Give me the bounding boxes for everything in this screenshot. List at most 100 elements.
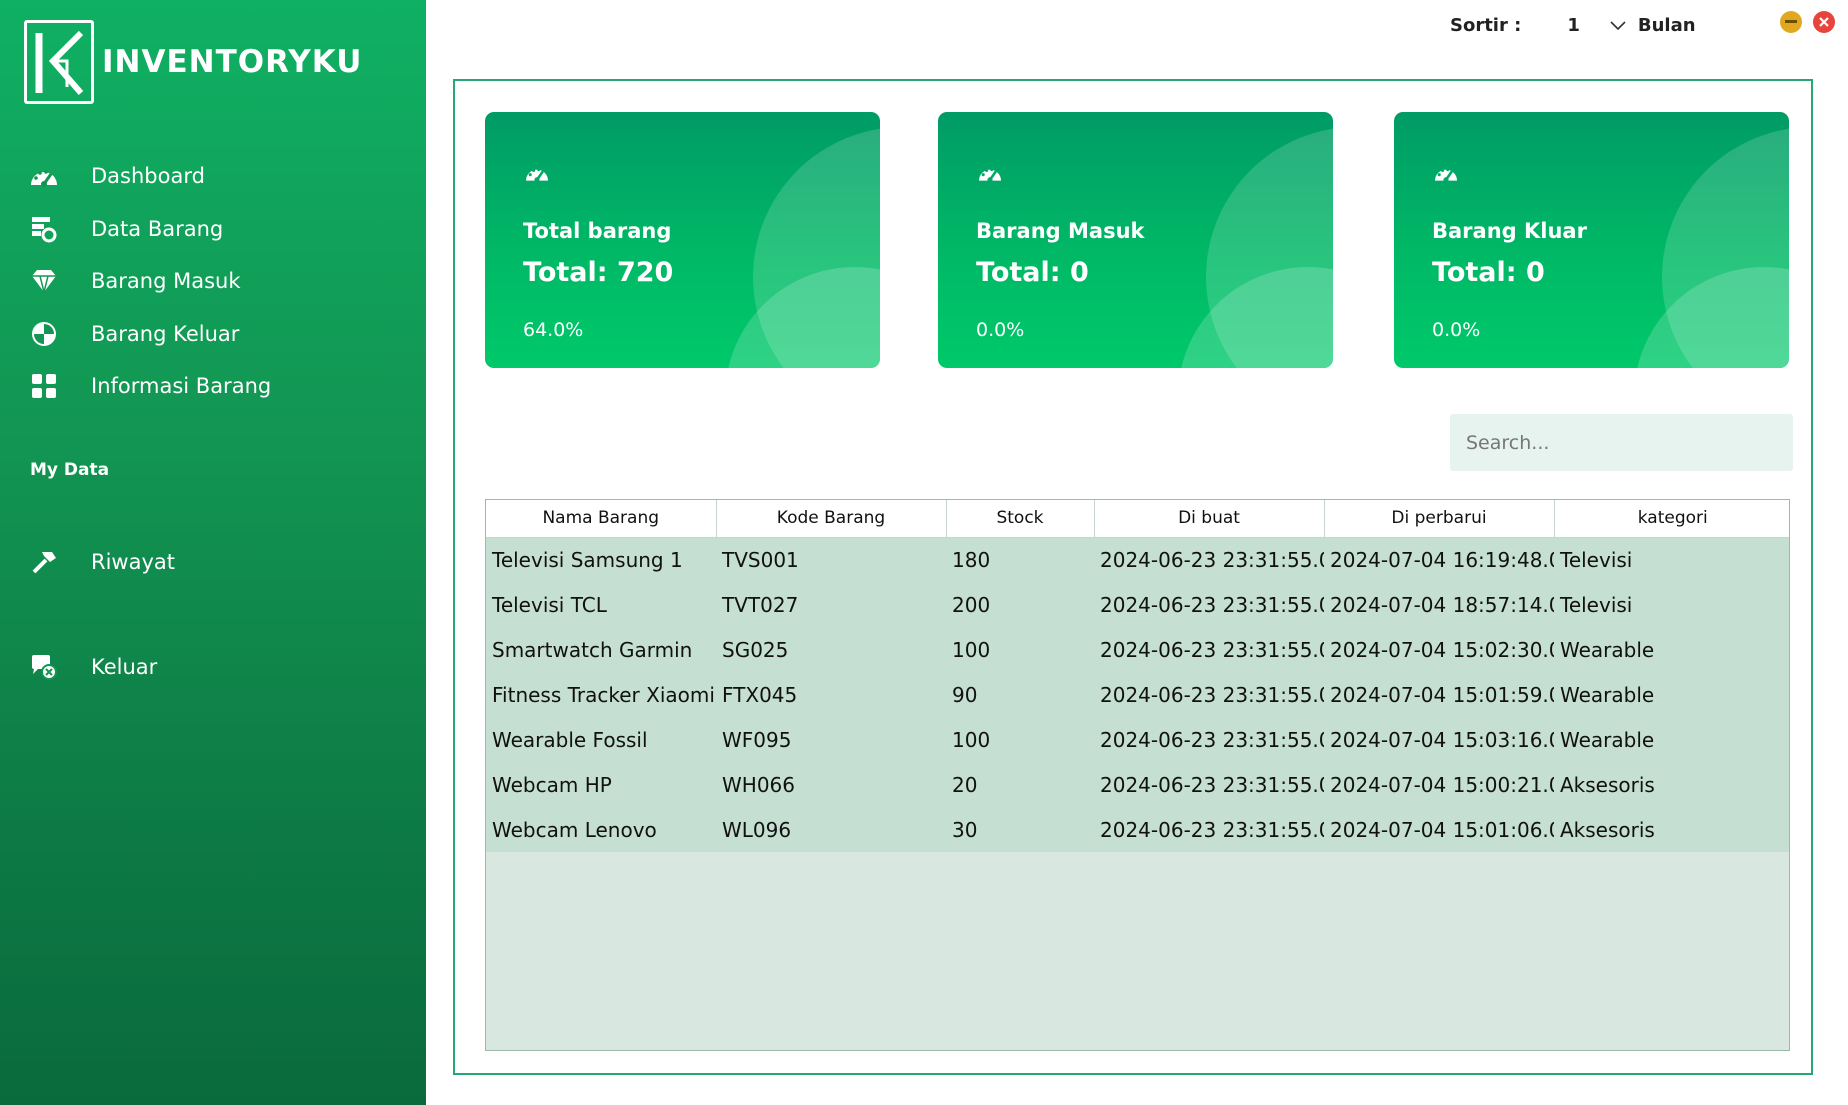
cell-di-buat: 2024-06-23 23:31:55.0 bbox=[1094, 762, 1324, 807]
sidebar-item-label: Informasi Barang bbox=[91, 374, 272, 399]
table-header-row: Nama Barang Kode Barang Stock Di buat Di… bbox=[486, 500, 1789, 538]
main-panel: Total barang Total: 720 64.0% Barang Mas… bbox=[453, 79, 1813, 1075]
cell-di-perbarui: 2024-07-04 15:00:21.0 bbox=[1324, 762, 1554, 807]
cell-nama-barang: Webcam HP bbox=[486, 762, 716, 807]
cell-kategori: Aksesoris bbox=[1554, 807, 1789, 852]
gauge-icon bbox=[976, 162, 1004, 188]
column-header-di-perbarui[interactable]: Di perbarui bbox=[1324, 500, 1555, 538]
sidebar-item-barang-keluar[interactable]: Barang Keluar bbox=[28, 308, 271, 361]
cell-nama-barang: Televisi TCL bbox=[486, 582, 716, 627]
sidebar-item-label: Riwayat bbox=[91, 550, 175, 575]
cell-kode-barang: FTX045 bbox=[716, 672, 946, 717]
sidebar-item-label: Barang Masuk bbox=[91, 269, 241, 294]
sort-unit-label: Bulan bbox=[1637, 14, 1696, 36]
section-label-my-data: My Data bbox=[30, 460, 110, 480]
table-row[interactable]: Webcam HP WH066 20 2024-06-23 23:31:55.0… bbox=[486, 762, 1789, 807]
column-header-di-buat[interactable]: Di buat bbox=[1094, 500, 1325, 538]
gauge-icon bbox=[1432, 162, 1460, 188]
app-name: INVENTORYKU bbox=[102, 44, 363, 80]
cell-nama-barang: Televisi Samsung 1 bbox=[486, 537, 716, 582]
card-decoration bbox=[725, 267, 880, 368]
cell-stock: 20 bbox=[946, 762, 1094, 807]
column-header-kategori[interactable]: kategori bbox=[1554, 500, 1789, 538]
sort-unit-select[interactable]: Bulan bbox=[1610, 15, 1696, 36]
sidebar-item-informasi-barang[interactable]: Informasi Barang bbox=[28, 360, 271, 413]
cell-kode-barang: WH066 bbox=[716, 762, 946, 807]
cell-di-buat: 2024-06-23 23:31:55.0 bbox=[1094, 537, 1324, 582]
logout-chat-icon bbox=[28, 651, 60, 683]
close-button[interactable] bbox=[1813, 11, 1835, 33]
table-row[interactable]: Webcam Lenovo WL096 30 2024-06-23 23:31:… bbox=[486, 807, 1789, 852]
logo-mark bbox=[24, 20, 94, 104]
grid-icon bbox=[28, 370, 60, 402]
hammer-icon bbox=[28, 546, 60, 578]
cell-kode-barang: WL096 bbox=[716, 807, 946, 852]
table-row[interactable]: Televisi Samsung 1 TVS001 180 2024-06-23… bbox=[486, 537, 1789, 582]
cell-stock: 200 bbox=[946, 582, 1094, 627]
cell-di-buat: 2024-06-23 23:31:55.0 bbox=[1094, 627, 1324, 672]
search-input[interactable] bbox=[1450, 414, 1793, 471]
app-window: INVENTORYKU Dashboard Data Barang Barang… bbox=[0, 0, 1848, 1105]
cell-kategori: Aksesoris bbox=[1554, 762, 1789, 807]
card-title: Barang Masuk bbox=[976, 219, 1145, 243]
cell-di-perbarui: 2024-07-04 15:03:16.0 bbox=[1324, 717, 1554, 762]
cell-di-perbarui: 2024-07-04 15:01:59.0 bbox=[1324, 672, 1554, 717]
column-header-kode-barang[interactable]: Kode Barang bbox=[716, 500, 947, 538]
card-decoration bbox=[1634, 267, 1789, 368]
card-total: Total: 720 bbox=[523, 257, 674, 288]
card-percent: 0.0% bbox=[976, 319, 1025, 341]
cell-di-perbarui: 2024-07-04 16:19:48.0 bbox=[1324, 537, 1554, 582]
sidebar-item-label: Keluar bbox=[91, 655, 158, 680]
cell-stock: 100 bbox=[946, 627, 1094, 672]
cell-kategori: Wearable bbox=[1554, 627, 1789, 672]
cell-di-perbarui: 2024-07-04 18:57:14.0 bbox=[1324, 582, 1554, 627]
cell-kode-barang: TVS001 bbox=[716, 537, 946, 582]
card-total-barang: Total barang Total: 720 64.0% bbox=[485, 112, 880, 368]
cell-di-perbarui: 2024-07-04 15:02:30.0 bbox=[1324, 627, 1554, 672]
table-row[interactable]: Wearable Fossil WF095 100 2024-06-23 23:… bbox=[486, 717, 1789, 762]
cell-stock: 90 bbox=[946, 672, 1094, 717]
cell-nama-barang: Fitness Tracker Xiaomi bbox=[486, 672, 716, 717]
sidebar-item-keluar[interactable]: Keluar bbox=[28, 641, 157, 694]
data-refresh-icon bbox=[28, 213, 60, 245]
cell-kategori: Televisi bbox=[1554, 582, 1789, 627]
table-row[interactable]: Fitness Tracker Xiaomi FTX045 90 2024-06… bbox=[486, 672, 1789, 717]
cell-kategori: Wearable bbox=[1554, 672, 1789, 717]
cell-di-buat: 2024-06-23 23:31:55.0 bbox=[1094, 717, 1324, 762]
sidebar-item-data-barang[interactable]: Data Barang bbox=[28, 203, 271, 256]
sidebar-item-barang-masuk[interactable]: Barang Masuk bbox=[28, 255, 271, 308]
gauge-icon bbox=[523, 162, 551, 188]
card-title: Total barang bbox=[523, 219, 672, 243]
sidebar-item-label: Data Barang bbox=[91, 216, 224, 241]
cell-kode-barang: TVT027 bbox=[716, 582, 946, 627]
chevron-down-icon bbox=[1610, 16, 1626, 35]
column-header-nama-barang[interactable]: Nama Barang bbox=[486, 500, 717, 538]
card-percent: 0.0% bbox=[1432, 319, 1481, 341]
sidebar-item-riwayat[interactable]: Riwayat bbox=[28, 536, 175, 589]
table-row[interactable]: Smartwatch Garmin SG025 100 2024-06-23 2… bbox=[486, 627, 1789, 672]
cell-stock: 100 bbox=[946, 717, 1094, 762]
sidebar: INVENTORYKU Dashboard Data Barang Barang… bbox=[0, 0, 426, 1105]
sidebar-item-dashboard[interactable]: Dashboard bbox=[28, 150, 271, 203]
card-title: Barang Kluar bbox=[1432, 219, 1587, 243]
cell-stock: 180 bbox=[946, 537, 1094, 582]
cell-kategori: Televisi bbox=[1554, 537, 1789, 582]
inventory-table: Nama Barang Kode Barang Stock Di buat Di… bbox=[485, 499, 1790, 1051]
sidebar-item-label: Dashboard bbox=[91, 164, 205, 189]
cell-kode-barang: SG025 bbox=[716, 627, 946, 672]
card-barang-kluar: Barang Kluar Total: 0 0.0% bbox=[1394, 112, 1789, 368]
swirl-icon bbox=[28, 318, 60, 350]
diamond-icon bbox=[28, 265, 60, 297]
minimize-button[interactable] bbox=[1780, 11, 1802, 33]
cell-di-buat: 2024-06-23 23:31:55.0 bbox=[1094, 807, 1324, 852]
column-header-stock[interactable]: Stock bbox=[946, 500, 1095, 538]
sidebar-nav: Dashboard Data Barang Barang Masuk Baran… bbox=[28, 150, 271, 413]
gauge-icon bbox=[28, 160, 60, 192]
cell-di-perbarui: 2024-07-04 15:01:06.0 bbox=[1324, 807, 1554, 852]
logo: INVENTORYKU bbox=[24, 20, 362, 104]
table-row[interactable]: Televisi TCL TVT027 200 2024-06-23 23:31… bbox=[486, 582, 1789, 627]
card-decoration bbox=[1178, 267, 1333, 368]
cell-nama-barang: Wearable Fossil bbox=[486, 717, 716, 762]
cell-stock: 30 bbox=[946, 807, 1094, 852]
sort-value-input[interactable]: 1 bbox=[1567, 15, 1580, 36]
